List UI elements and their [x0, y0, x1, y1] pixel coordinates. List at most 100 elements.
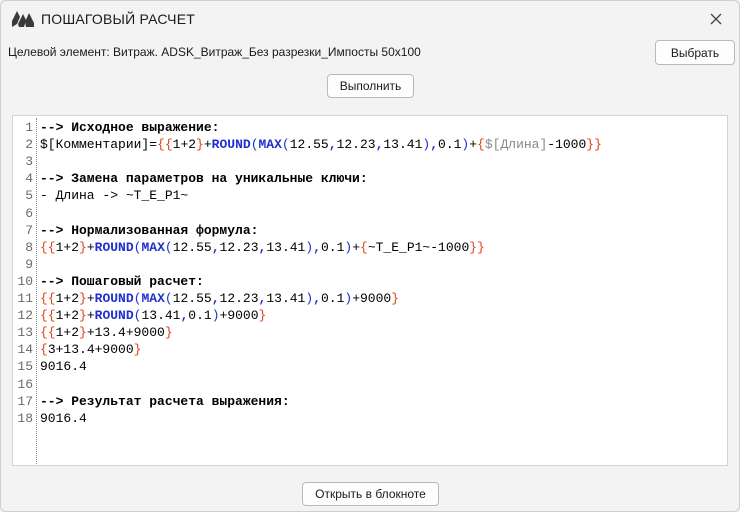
code-token: $[Комментарии]=: [40, 137, 158, 153]
code-token: 1+2: [55, 325, 80, 341]
code-token: 12.55: [289, 137, 329, 153]
code-text: {{1+2}+ROUND(13.41,0.1)+9000}: [40, 307, 266, 324]
code-text: {{1+2}+13.4+9000}: [40, 324, 173, 341]
code-token: +13.4+9000: [86, 325, 165, 341]
close-icon: [710, 13, 722, 25]
code-token: 1+2: [55, 291, 80, 306]
code-token: --> Результат расчета выражения:: [40, 393, 290, 409]
code-token: 13.41: [383, 137, 423, 153]
code-token: {{: [157, 137, 173, 153]
target-element-label: Целевой элемент: Витраж. ADSK_Витраж_Без…: [8, 45, 421, 59]
code-token: 13.41: [266, 291, 306, 306]
code-token: +: [86, 308, 95, 324]
select-button[interactable]: Выбрать: [655, 40, 735, 65]
line-number: 1: [25, 120, 33, 135]
code-token: +9000: [352, 291, 392, 306]
line-number: 4: [25, 171, 33, 187]
line-number: 16: [17, 376, 33, 392]
code-text: - Длина -> ~T_E_P1~: [40, 187, 188, 204]
gutter-divider: [36, 118, 37, 464]
code-text: {3+13.4+9000}: [40, 341, 141, 358]
code-token: ,: [313, 239, 321, 255]
code-token: }: [79, 308, 87, 324]
code-token: MAX: [258, 137, 282, 153]
code-token: ): [305, 291, 314, 306]
line-number: 2: [25, 137, 33, 153]
code-token: 12.55: [172, 239, 212, 255]
code-token: +: [203, 137, 212, 153]
code-token: $[Длина]: [484, 137, 548, 153]
code-token: ROUND: [94, 291, 134, 306]
code-text: --> Нормализованная формула:: [40, 222, 258, 239]
code-token: +: [352, 239, 361, 255]
line-number: 18: [17, 410, 33, 426]
code-token: }: [79, 291, 87, 306]
code-token: +9000: [219, 308, 259, 324]
code-token: MAX: [141, 291, 165, 306]
code-text: --> Пошаговый расчет:: [40, 273, 204, 290]
run-button[interactable]: Выполнить: [327, 74, 414, 98]
code-token: 13.41: [141, 308, 181, 324]
code-token: {{: [40, 308, 56, 324]
code-token: }: [133, 342, 142, 358]
code-token: (: [164, 239, 173, 255]
code-token: }}: [586, 137, 602, 153]
code-token: -1000: [547, 137, 587, 153]
title-bar: ПОШАГОВЫЙ РАСЧЕТ: [1, 1, 739, 37]
code-token: MAX: [141, 239, 165, 255]
open-in-notepad-button[interactable]: Открыть в блокноте: [302, 482, 439, 506]
code-token: --> Замена параметров на уникальные ключ…: [40, 171, 368, 187]
code-token: }: [391, 291, 400, 306]
dialog-window: ПОШАГОВЫЙ РАСЧЕТ Целевой элемент: Витраж…: [0, 0, 740, 512]
code-token: 0.1: [188, 308, 212, 324]
code-token: 3+13.4+9000: [47, 342, 134, 358]
code-token: ): [211, 308, 220, 324]
line-number: 7: [25, 222, 33, 238]
line-number: 13: [17, 325, 33, 341]
code-token: }: [196, 137, 204, 153]
line-number: 6: [25, 205, 33, 221]
code-token: 1+2: [55, 239, 80, 255]
line-number: 3: [25, 154, 33, 170]
code-token: ,: [313, 291, 321, 306]
code-token: }: [79, 239, 87, 255]
code-token: }: [258, 308, 267, 324]
code-token: 12.55: [172, 291, 212, 306]
code-token: {{: [40, 239, 56, 255]
line-number: 10: [17, 273, 33, 289]
code-text: --> Результат расчета выражения:: [40, 393, 290, 410]
code-token: +: [86, 239, 95, 255]
code-token: }}: [469, 239, 485, 255]
code-text: --> Замена параметров на уникальные ключ…: [40, 170, 368, 187]
line-number: 11: [17, 291, 33, 306]
close-button[interactable]: [703, 7, 729, 31]
code-token: 13.41: [266, 239, 306, 255]
code-token: {: [477, 137, 485, 153]
code-token: }: [79, 325, 87, 341]
line-number: 5: [25, 188, 33, 204]
code-token: (: [250, 137, 259, 153]
code-text: $[Комментарии]={{1+2}+ROUND(MAX(12.55,12…: [40, 136, 602, 153]
code-token: (: [164, 291, 173, 306]
code-text: 9016.4: [40, 358, 87, 375]
code-token: ): [305, 239, 314, 255]
code-token: 0.1: [320, 291, 345, 306]
code-token: ,: [430, 137, 439, 153]
code-text: --> Исходное выражение:: [40, 119, 219, 136]
code-token: 1+2: [172, 137, 197, 153]
code-token: }: [164, 325, 173, 341]
code-token: ROUND: [211, 137, 251, 153]
code-token: ~T_E_P1~-1000: [367, 239, 470, 255]
code-token: --> Пошаговый расчет:: [40, 273, 204, 289]
code-token: 1+2: [55, 308, 80, 324]
line-number: 15: [17, 359, 33, 375]
code-token: ROUND: [94, 308, 134, 324]
code-token: ,: [211, 291, 220, 306]
code-token: ,: [328, 137, 337, 153]
code-text: 9016.4: [40, 410, 87, 427]
window-title: ПОШАГОВЫЙ РАСЧЕТ: [41, 11, 195, 27]
line-number: 12: [17, 308, 33, 324]
line-number: 14: [17, 342, 33, 358]
code-token: ROUND: [94, 239, 134, 255]
code-editor[interactable]: 1 --> Исходное выражение: 2 $[Комментарии]=…: [12, 115, 728, 466]
